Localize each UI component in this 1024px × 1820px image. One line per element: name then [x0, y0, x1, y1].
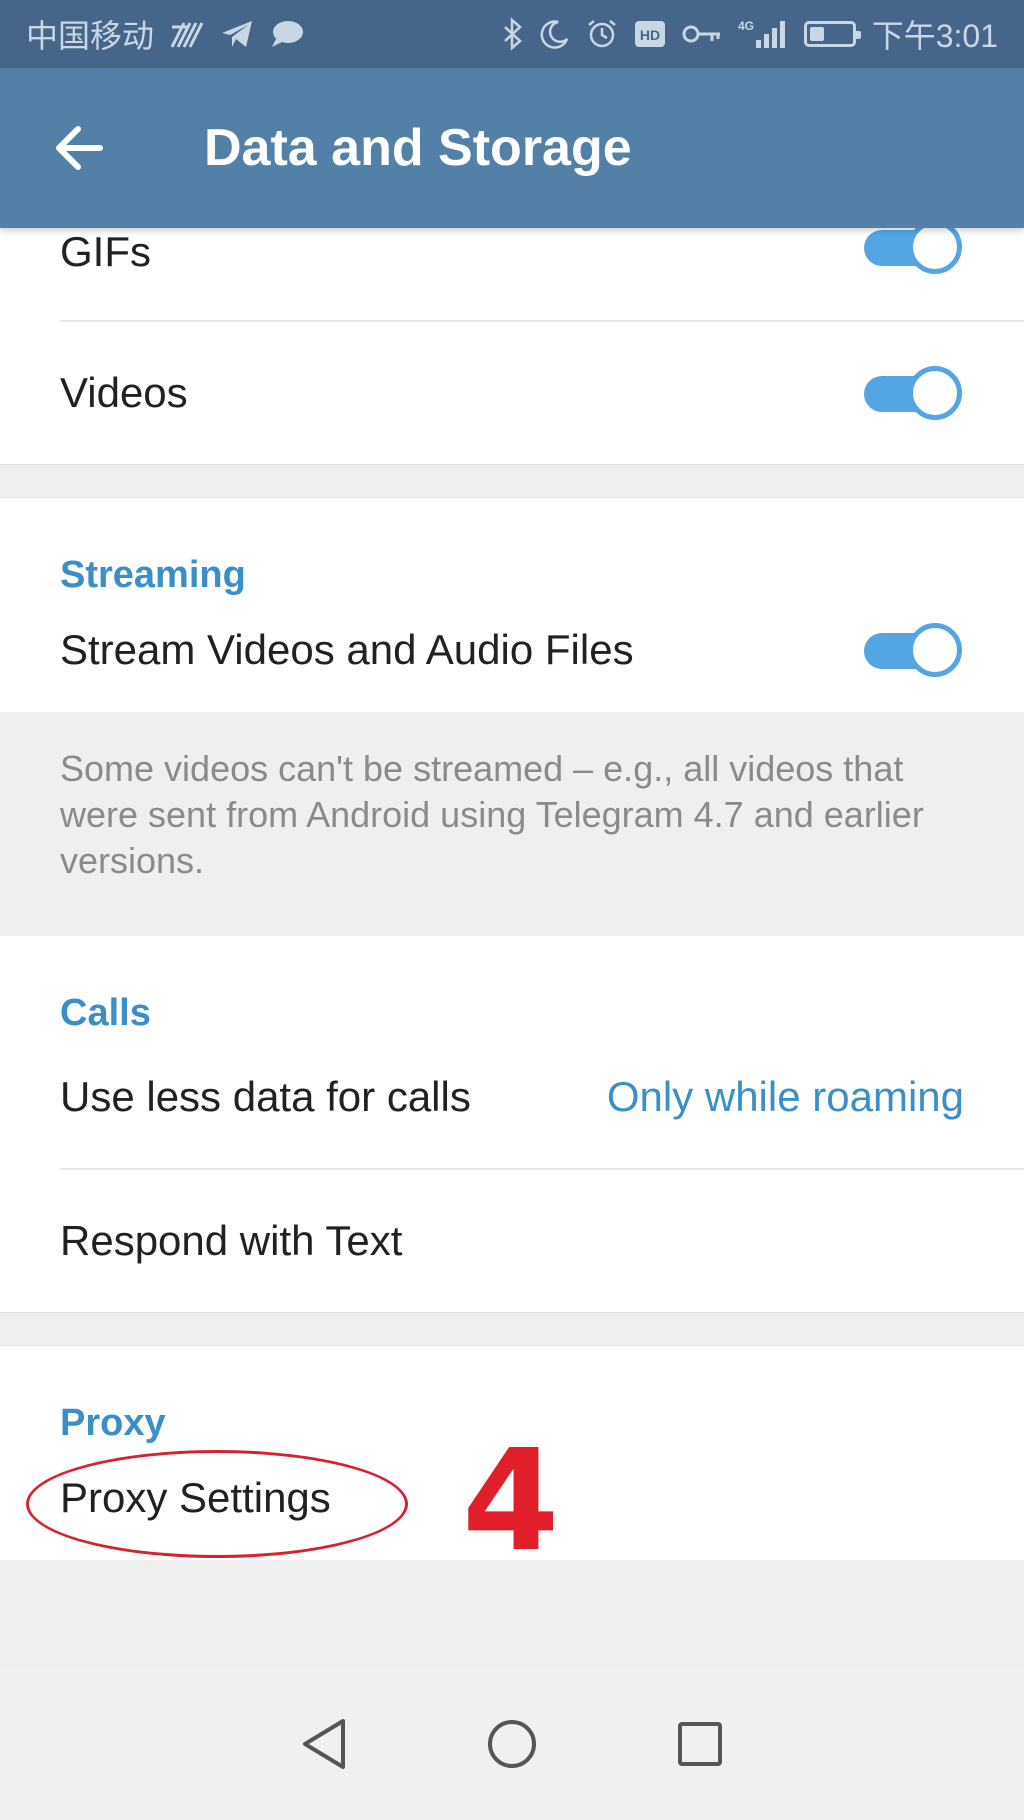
- setting-row-proxy-settings[interactable]: Proxy Settings 4: [0, 1432, 1024, 1572]
- bluetooth-icon: [502, 17, 524, 51]
- autoplay-card: GIFs Videos: [0, 220, 1024, 464]
- hd-icon: HD: [634, 19, 666, 49]
- gifs-toggle[interactable]: [864, 220, 962, 274]
- cellular-signal-icon: 4G: [738, 18, 788, 50]
- setting-row-respond-text[interactable]: Respond with Text: [0, 1170, 1024, 1312]
- toggle-knob: [908, 366, 962, 420]
- back-triangle-icon: [303, 1719, 345, 1769]
- section-gap: [0, 1312, 1024, 1346]
- setting-row-gifs[interactable]: GIFs: [0, 220, 1024, 320]
- status-bar: 中国移动 HD 4G 下午3:01: [0, 0, 1024, 68]
- calls-card: Calls Use less data for calls Only while…: [0, 936, 1024, 1312]
- setting-row-videos[interactable]: Videos: [0, 322, 1024, 464]
- section-gap: [0, 464, 1024, 498]
- setting-label-stream-videos: Stream Videos and Audio Files: [60, 626, 634, 673]
- chat-bubble-icon: [270, 19, 304, 49]
- page-title: Data and Storage: [204, 119, 632, 177]
- videos-toggle[interactable]: [864, 366, 962, 420]
- section-header-calls: Calls: [60, 992, 151, 1034]
- streaming-info-text: Some videos can't be streamed – e.g., al…: [0, 712, 1024, 936]
- alarm-icon: [586, 18, 618, 50]
- annotation-ellipse: [26, 1450, 408, 1558]
- nav-home-button[interactable]: [472, 1704, 552, 1784]
- recents-square-icon: [678, 1722, 722, 1766]
- battery-icon: [803, 21, 861, 47]
- battery-level: [809, 27, 824, 41]
- status-right: HD 4G 下午3:01: [502, 11, 998, 57]
- settings-list: GIFs Videos Streaming Stream Videos and …: [0, 220, 1024, 1572]
- nav-recents-button[interactable]: [660, 1704, 740, 1784]
- app-bar: Data and Storage: [0, 68, 1024, 228]
- back-button[interactable]: [34, 103, 124, 193]
- clock-label: 下午3:01: [871, 18, 998, 54]
- svg-text:HD: HD: [640, 27, 660, 43]
- signal-wave-icon: [170, 19, 204, 49]
- home-circle-icon: [488, 1720, 536, 1768]
- setting-label-videos: Videos: [60, 369, 188, 416]
- proxy-card: Proxy Proxy Settings 4: [0, 1346, 1024, 1572]
- setting-row-stream-videos[interactable]: Stream Videos and Audio Files: [0, 588, 1024, 712]
- vpn-key-icon: [682, 22, 722, 46]
- carrier-label: 中国移动: [26, 18, 155, 54]
- setting-row-less-data[interactable]: Use less data for calls Only while roami…: [0, 1026, 1024, 1168]
- streaming-card: Streaming Stream Videos and Audio Files: [0, 498, 1024, 712]
- network-type-label: 4G: [738, 19, 754, 33]
- nav-back-button[interactable]: [284, 1704, 364, 1784]
- setting-label-gifs: GIFs: [60, 228, 151, 275]
- arrow-left-icon: [56, 126, 103, 170]
- status-left: 中国移动: [26, 11, 304, 57]
- toggle-knob: [908, 220, 962, 274]
- setting-value-less-data: Only while roaming: [606, 1073, 964, 1120]
- setting-label-less-data: Use less data for calls: [60, 1073, 471, 1120]
- annotation-step-number: 4: [462, 1420, 560, 1583]
- telegram-icon: [220, 19, 254, 49]
- moon-icon: [540, 19, 570, 49]
- section-header-streaming: Streaming: [60, 554, 246, 596]
- system-nav-bar: [0, 1668, 1024, 1820]
- setting-label-respond-text: Respond with Text: [60, 1217, 403, 1264]
- stream-toggle[interactable]: [864, 623, 962, 677]
- toggle-knob: [908, 623, 962, 677]
